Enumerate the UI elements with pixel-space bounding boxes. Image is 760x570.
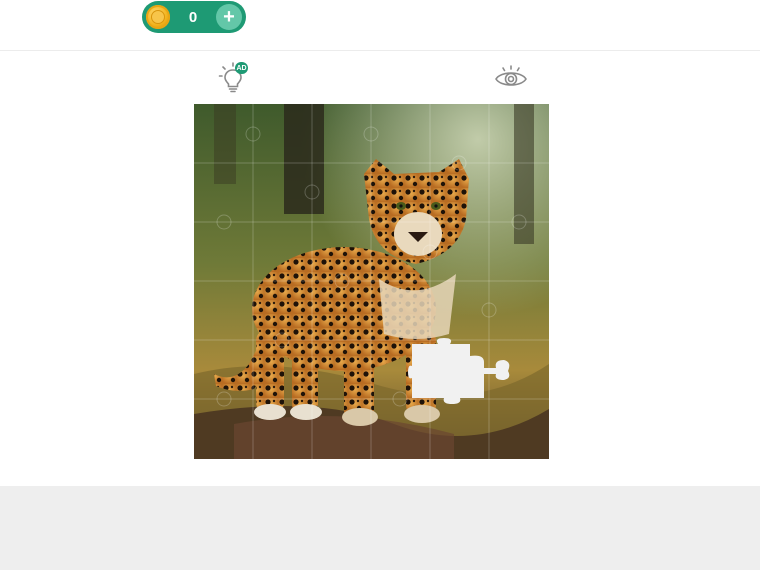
ad-badge: AD: [235, 62, 248, 74]
leopard-puzzle-image: [194, 104, 549, 459]
coin-count: 0: [188, 8, 198, 26]
puzzle-board[interactable]: [194, 104, 549, 459]
add-coins-button[interactable]: +: [216, 4, 242, 30]
hint-button[interactable]: AD: [218, 61, 250, 93]
missing-piece-slot[interactable]: [408, 338, 512, 404]
coin-icon: [146, 5, 170, 29]
preview-button[interactable]: [494, 64, 528, 92]
coin-counter: 0 +: [142, 1, 246, 33]
top-bar: 0 +: [0, 0, 760, 51]
eye-icon: [495, 65, 527, 86]
footer-area: [0, 486, 760, 570]
